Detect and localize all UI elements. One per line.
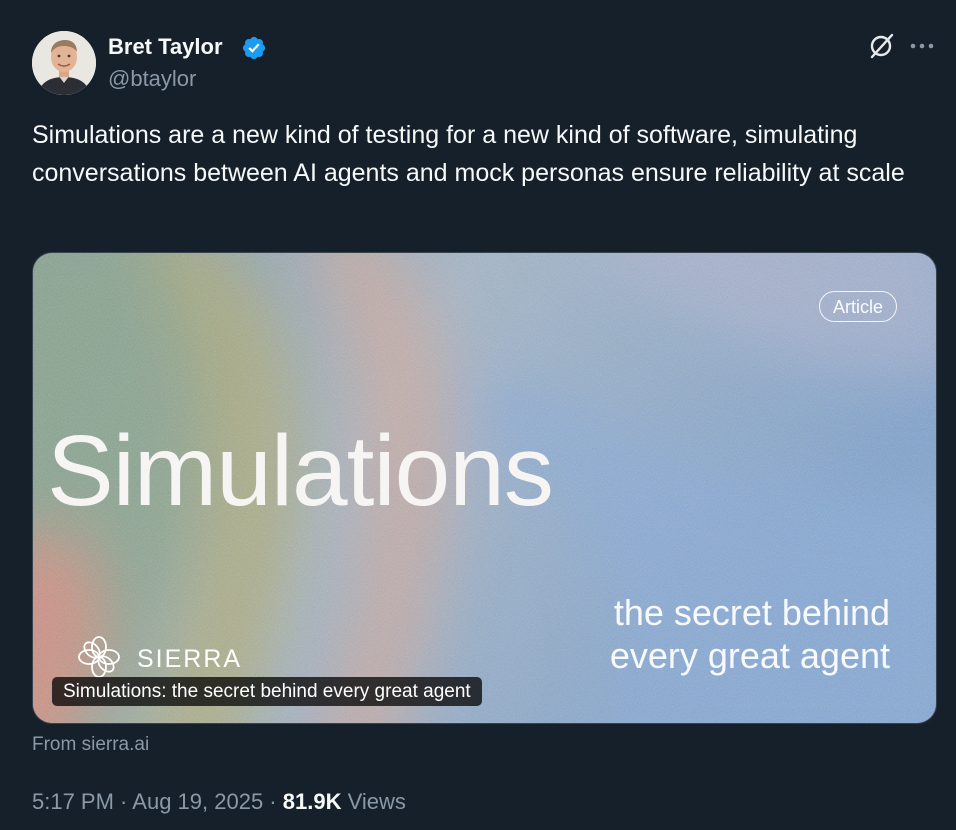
tweet-date[interactable]: Aug 19, 2025: [132, 789, 263, 814]
verified-badge-icon[interactable]: [241, 35, 267, 61]
article-badge: Article: [819, 291, 898, 322]
views-label: Views: [341, 789, 406, 814]
views-count: 81.9K: [282, 789, 342, 814]
more-options-icon[interactable]: [908, 36, 936, 56]
card-headline: Simulations: [47, 415, 554, 527]
card-source-link[interactable]: From sierra.ai: [32, 734, 149, 756]
grok-icon[interactable]: [866, 31, 896, 61]
avatar[interactable]: [32, 31, 96, 95]
tweet-text: Simulations are a new kind of testing fo…: [32, 121, 905, 187]
handle[interactable]: @btaylor: [108, 66, 196, 92]
card-tagline: the secret behind every great agent: [490, 591, 890, 677]
meta-separator: ·: [113, 789, 133, 814]
sierra-wordmark: SIERRA: [137, 645, 243, 673]
tweet-meta: 5:17 PM · Aug 19, 2025 · 81.9K Views: [32, 789, 406, 815]
sierra-logo-icon: [78, 636, 120, 678]
card-tagline-line1: the secret behind: [613, 592, 890, 633]
display-name[interactable]: Bret Taylor: [108, 34, 223, 60]
meta-separator: ·: [263, 789, 283, 814]
tweet-time[interactable]: 5:17 PM: [32, 789, 114, 814]
card-tagline-line2: every great agent: [609, 635, 890, 676]
tweet: Bret Taylor @btaylor Simulations are a n…: [0, 0, 956, 830]
profile-photo-icon: [32, 31, 96, 95]
card-caption[interactable]: Simulations: the secret behind every gre…: [52, 677, 482, 706]
link-card[interactable]: Article Simulations the secret behind ev…: [32, 252, 937, 724]
